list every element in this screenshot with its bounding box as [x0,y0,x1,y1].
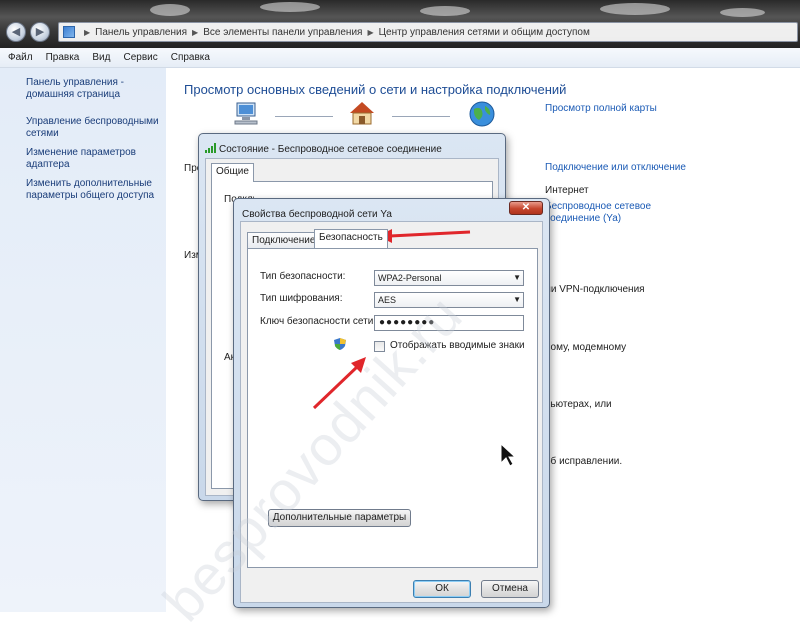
tab-general[interactable]: Общие [211,163,254,182]
tab-security[interactable]: Безопасность [314,229,388,248]
annotation-arrow-checkbox [312,364,360,410]
annotation-layer [312,229,471,410]
annotation-arrow-security-tab [389,230,471,238]
